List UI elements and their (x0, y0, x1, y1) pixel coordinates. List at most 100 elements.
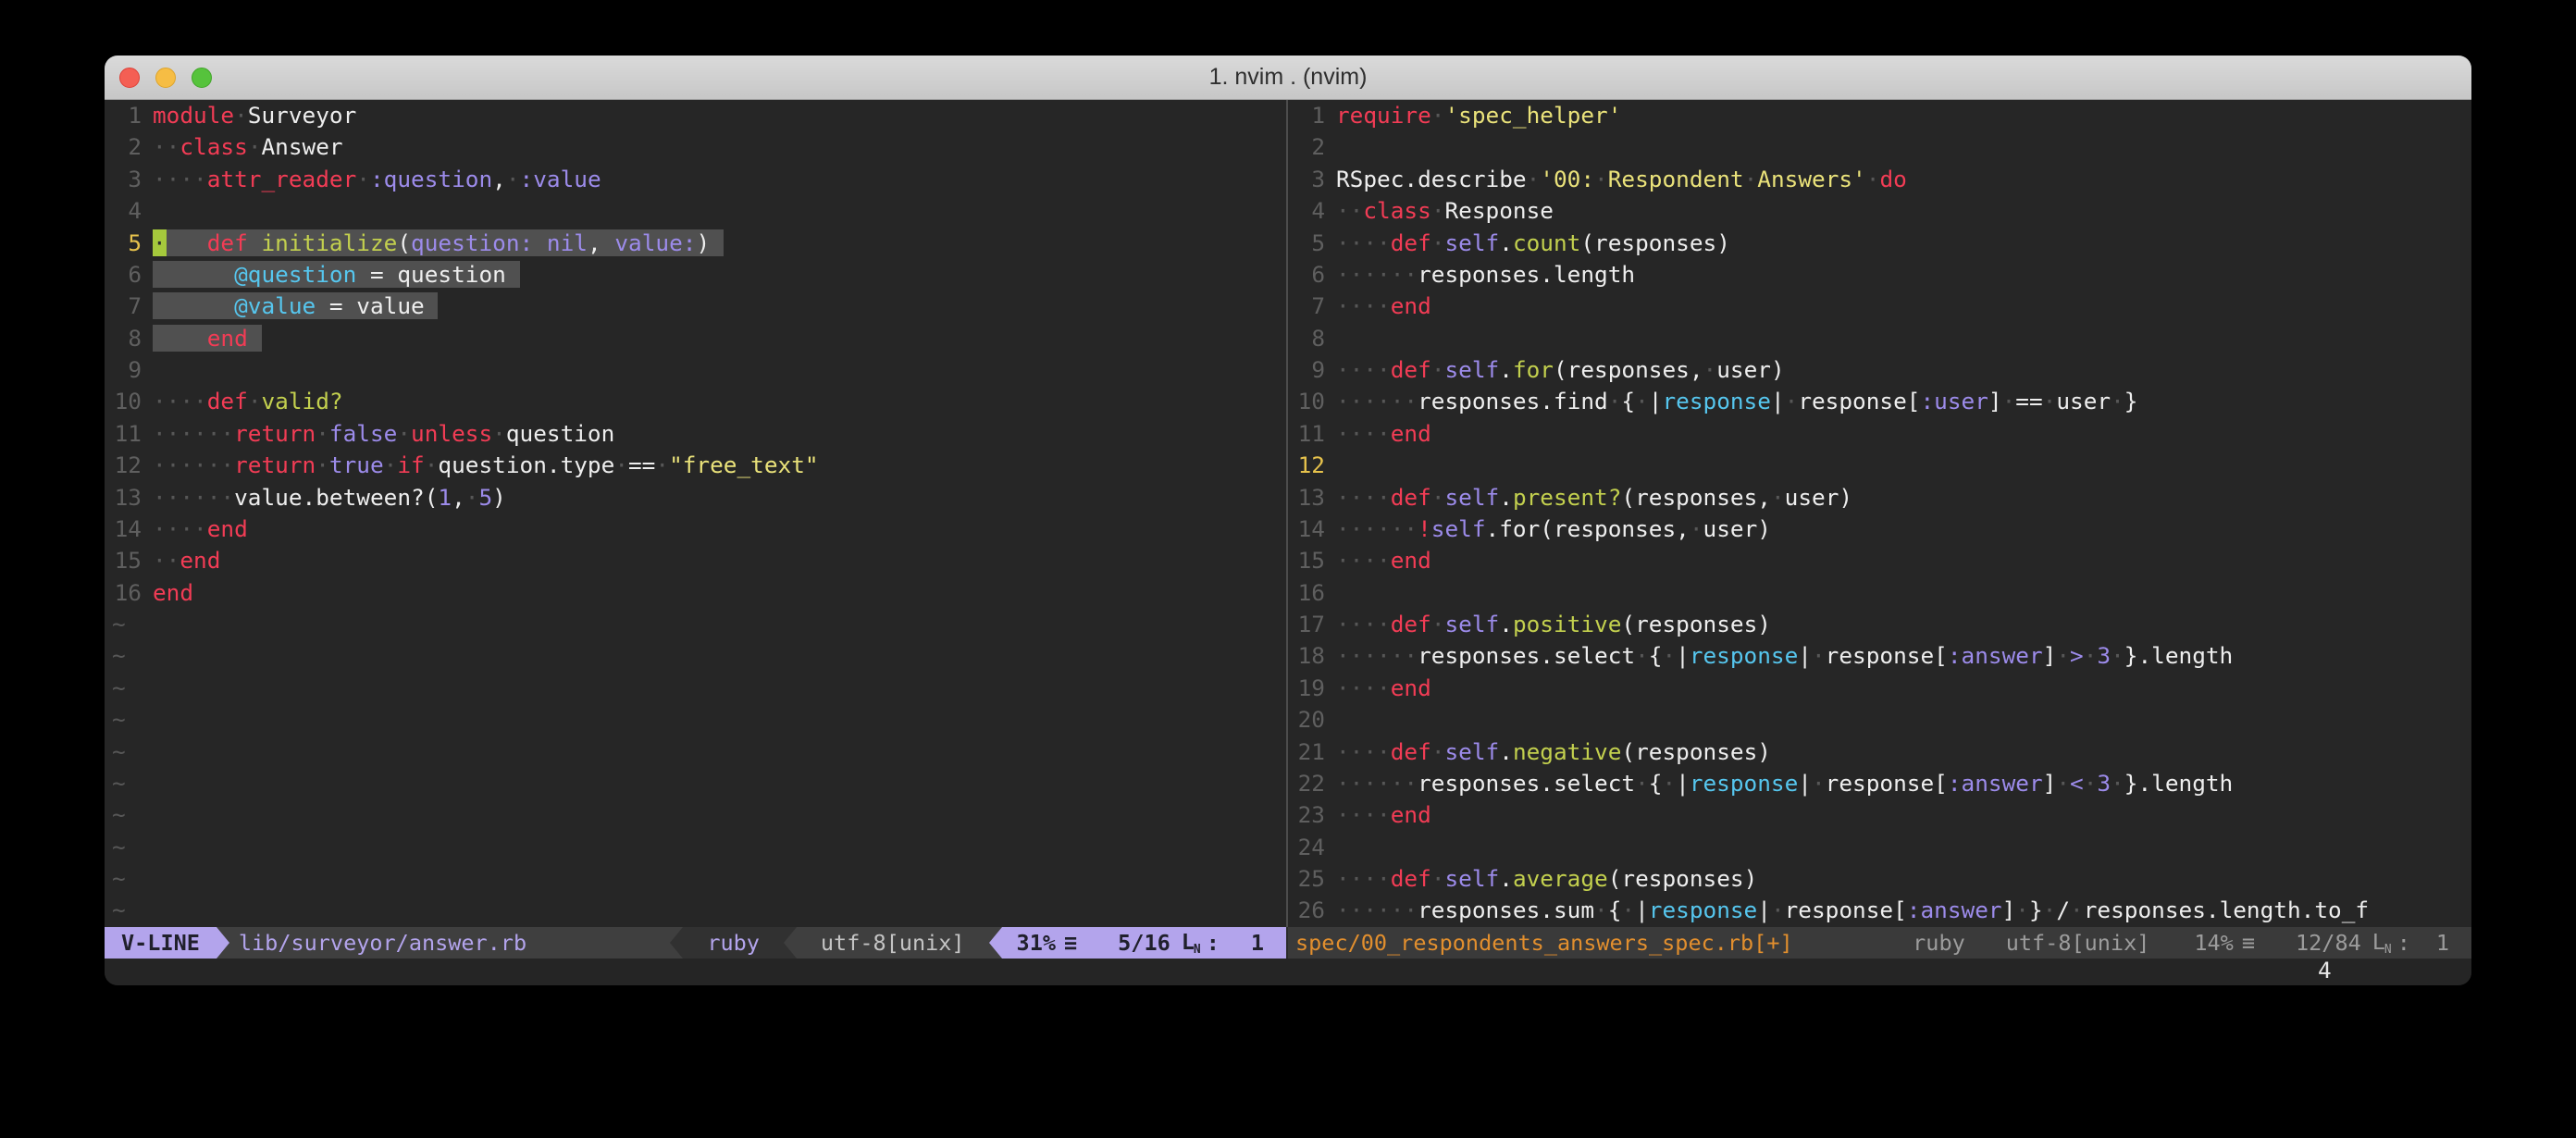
code-token: | (1798, 642, 1812, 669)
code-token: } (2029, 897, 2043, 923)
code-line: 8····end (105, 323, 1286, 354)
code-token: self (1445, 865, 1500, 892)
titlebar[interactable]: 1. nvim . (nvim) (105, 56, 2471, 100)
statusline-inactive: spec/00_respondents_answers_spec.rb[+] r… (1288, 927, 2471, 959)
code-token: | (1676, 642, 1690, 669)
code-token: self (1431, 515, 1486, 542)
editor-area: 1module·Surveyor2··class·Answer3····attr… (105, 100, 2471, 927)
column-number: 1 (2436, 930, 2449, 956)
pane-answer-rb[interactable]: 1module·Surveyor2··class·Answer3····attr… (105, 100, 1286, 927)
whitespace-dots: ······ (1336, 261, 1418, 288)
code-token: ] (2002, 897, 2016, 923)
code-token: 'spec_helper' (1444, 102, 1621, 129)
code-token: ! (1418, 515, 1431, 542)
code-token: }.length (2124, 642, 2233, 669)
code-token: response (1690, 770, 1798, 797)
code-token: return (234, 420, 316, 447)
tilde-marker: ~ (112, 865, 126, 892)
code-line: 6······responses.length (1288, 259, 2471, 291)
line-number: 12 (112, 450, 153, 481)
code-line: 17····def·self.positive(responses) (1288, 609, 2471, 640)
code-token: count (1513, 229, 1580, 256)
code-token: end (1391, 547, 1431, 574)
code-token: > (2070, 642, 2084, 669)
code-token: self (1445, 738, 1500, 765)
whitespace-dots: ······ (153, 261, 234, 288)
code-token: :answer (1948, 642, 2043, 669)
tilde-marker: ~ (112, 897, 126, 923)
line-number: 24 (1295, 832, 1336, 863)
whitespace-dots: ···· (153, 166, 207, 192)
whitespace-dots: ······ (1336, 515, 1418, 542)
code-token: responses.find (1418, 388, 1608, 414)
code-token: == (628, 451, 655, 478)
code-token: ) (492, 484, 506, 511)
line-number: 17 (1295, 609, 1336, 640)
code-token: class (1363, 197, 1430, 224)
tilde-marker: ~ (112, 738, 126, 765)
whitespace-dots: · (1703, 356, 1717, 383)
code-token: (responses, (1621, 484, 1771, 511)
whitespace-dots: ···· (1336, 292, 1391, 319)
whitespace-dots: · (2084, 642, 2098, 669)
whitespace-dots: · (1608, 388, 1622, 414)
whitespace-dots: · (1866, 166, 1880, 192)
scroll-percent: 14% (2194, 930, 2233, 956)
whitespace-dots: · (506, 166, 520, 192)
whitespace-dots: · (343, 292, 357, 319)
line-number: 1 (112, 100, 153, 131)
whitespace-dots: · (425, 451, 439, 478)
code-line: 15····end (1288, 545, 2471, 576)
tilde-marker: ~ (112, 706, 126, 733)
code-token: def (207, 388, 248, 414)
filetype-label: ruby (683, 927, 784, 959)
code-token: def (1391, 738, 1431, 765)
line-number: 14 (1295, 513, 1336, 545)
code-line: 2 (1288, 131, 2471, 163)
code-token: end (1391, 420, 1431, 447)
code-token: :user (1920, 388, 1988, 414)
code-token: (responses) (1608, 865, 1758, 892)
pane-spec-rb[interactable]: 1require·'spec_helper'23RSpec.describe·'… (1288, 100, 2471, 927)
code-token: def (1391, 484, 1431, 511)
scrollbar-icon: ≡ (2242, 930, 2255, 956)
code-line: 23····end (1288, 799, 2471, 831)
whitespace-dots: · (1431, 229, 1445, 256)
code-line: 4 (105, 195, 1286, 227)
whitespace-dots: ······ (1336, 897, 1418, 923)
code-token: = (370, 261, 384, 288)
code-token: negative (1513, 738, 1621, 765)
code-token: user) (1716, 356, 1784, 383)
code-token: Answer (262, 133, 343, 160)
line-number-icon: LN (2372, 929, 2392, 957)
code-token: require (1336, 102, 1431, 129)
tilde-marker: ~ (112, 674, 126, 701)
line-number: 9 (112, 354, 153, 386)
tilde-marker: ~ (112, 611, 126, 637)
code-token: 3 (2097, 642, 2111, 669)
whitespace-dots: · (1744, 166, 1758, 192)
code-token: user) (1785, 484, 1852, 511)
code-line: 13······value.between?(1,·5) (105, 482, 1286, 513)
statusline-active: V-LINE lib/surveyor/answer.rb ruby utf-8… (105, 927, 1286, 959)
code-line: 4··class·Response (1288, 195, 2471, 227)
tilde-marker: ~ (112, 834, 126, 860)
code-token: }.length (2124, 770, 2233, 797)
line-fraction: 5/16 (1118, 930, 1170, 956)
code-token: Answers' (1757, 166, 1865, 192)
whitespace-dots: ···· (1336, 865, 1391, 892)
empty-buffer-line: ~ (105, 736, 1286, 768)
whitespace-dots: · (1431, 611, 1445, 637)
code-line: 8 (1288, 323, 2471, 354)
command-line[interactable]: 4 (105, 959, 2471, 985)
whitespace-dots: ···· (1336, 611, 1391, 637)
code-token: . (1499, 484, 1513, 511)
line-number: 16 (1295, 577, 1336, 609)
code-token: true (329, 451, 384, 478)
whitespace-dots: ···· (1336, 484, 1391, 511)
code-token: end (207, 515, 248, 542)
position-segment: 31% ≡ 5/16 LN : 1 (1002, 927, 1286, 959)
code-token: (responses) (1580, 229, 1730, 256)
whitespace-dots: · (655, 451, 669, 478)
code-token: responses.select (1418, 642, 1635, 669)
